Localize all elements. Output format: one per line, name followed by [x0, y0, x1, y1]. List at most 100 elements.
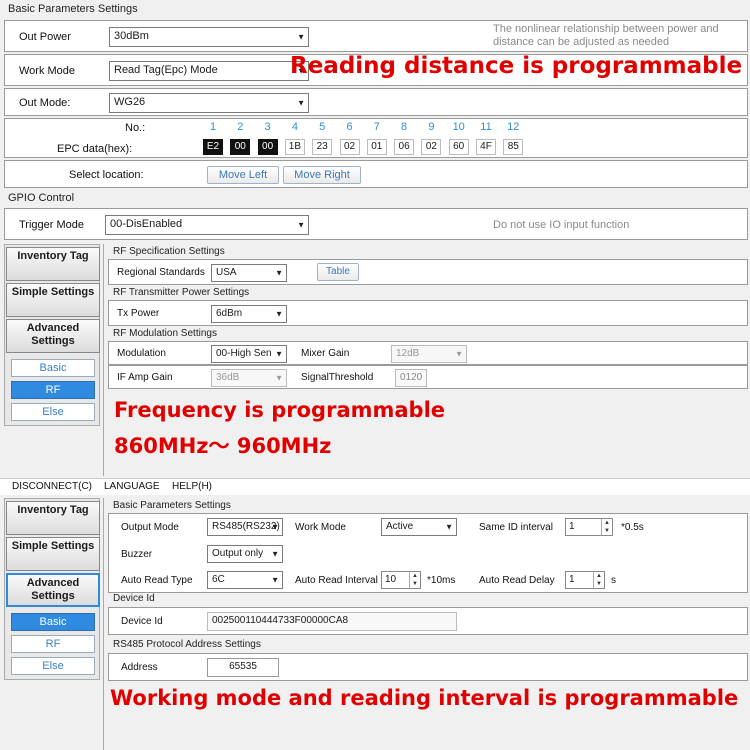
address-label: Address	[121, 662, 158, 673]
trigger-mode-select[interactable]: 00-DisEnabled ▼	[105, 215, 309, 235]
auto-read-interval-stepper[interactable]: 10 ▲ ▼	[381, 571, 421, 589]
chevron-down-icon: ▼	[297, 32, 305, 42]
same-id-label: Same ID interval	[479, 522, 553, 533]
epc-index-number: 8	[401, 121, 408, 133]
buzzer-select[interactable]: Output only ▼	[207, 545, 283, 563]
auto-read-interval-unit: *10ms	[427, 575, 456, 586]
stepper-arrows-icon[interactable]: ▲ ▼	[593, 572, 604, 588]
tab-rf[interactable]: RF	[11, 381, 95, 399]
epc-row: No.: EPC data(hex): 1 2 3 4 5 6 7 8 9 10 11 12 E2 00…	[4, 118, 748, 158]
menu-language[interactable]: LANGUAGE	[104, 481, 160, 492]
menu-bar: DISCONNECT(C) LANGUAGE HELP(H)	[0, 479, 750, 495]
work-mode-select-3[interactable]: Active ▼	[381, 518, 457, 536]
modulation-select[interactable]: 00-High Sen ▼	[211, 345, 287, 363]
epc-byte-cell[interactable]: 00	[257, 139, 278, 155]
epc-index-number: 2	[237, 121, 244, 133]
chevron-down-icon: ▼	[455, 349, 463, 359]
epc-index-number: 1	[209, 121, 217, 133]
regional-label: Regional Standards	[117, 267, 205, 278]
annotation-reading-distance: Reading distance is programmable	[290, 53, 743, 79]
tab-rf[interactable]: RF	[11, 635, 95, 653]
trigger-mode-row: Trigger Mode 00-DisEnabled ▼ Do not use I…	[4, 208, 748, 240]
tab-basic[interactable]: Basic	[11, 359, 95, 377]
tx-power-select[interactable]: 6dBm ▼	[211, 305, 287, 323]
tab-else[interactable]: Else	[11, 657, 95, 675]
chevron-down-icon: ▼	[275, 309, 283, 319]
if-amp-row: IF Amp Gain 36dB ▼ SignalThreshold 0120	[108, 365, 748, 389]
epc-index-number: 3	[264, 121, 271, 133]
group-title-basic: Basic Parameters Settings	[8, 3, 138, 15]
epc-byte-cell[interactable]: E2	[203, 139, 223, 155]
auto-read-interval-value: 10	[385, 574, 397, 585]
out-power-select[interactable]: 30dBm ▼	[109, 27, 309, 47]
epc-byte-cell[interactable]: 02	[339, 139, 360, 155]
work-mode-select[interactable]: Read Tag(Epc) Mode ▼	[109, 61, 309, 81]
device-id-label: Device Id	[121, 616, 163, 627]
if-amp-value: 36dB	[216, 372, 240, 383]
mixer-gain-select[interactable]: 12dB ▼	[391, 345, 467, 363]
trigger-mode-label: Trigger Mode	[19, 219, 85, 231]
if-amp-label: IF Amp Gain	[117, 372, 173, 383]
epc-index-number: 5	[319, 121, 326, 133]
regional-select[interactable]: USA ▼	[211, 264, 287, 282]
auto-read-delay-value: 1	[569, 574, 575, 585]
signal-threshold-field[interactable]: 0120	[395, 369, 427, 387]
auto-read-type-label: Auto Read Type	[121, 575, 193, 586]
output-mode-select[interactable]: RS485(RS232) ▼	[207, 518, 283, 536]
address-input[interactable]: 65535	[207, 658, 279, 677]
if-amp-select[interactable]: 36dB ▼	[211, 369, 287, 387]
advanced-settings-button[interactable]: Advanced Settings	[6, 573, 100, 607]
auto-read-type-select[interactable]: 6C ▼	[207, 571, 283, 589]
menu-disconnect[interactable]: DISCONNECT(C)	[12, 481, 92, 492]
regional-value: USA	[216, 267, 237, 278]
select-location-label: Select location:	[69, 169, 144, 181]
epc-byte-cell[interactable]: 06	[394, 139, 415, 155]
inventory-tag-button[interactable]: Inventory Tag	[6, 501, 100, 535]
epc-byte-cell[interactable]: 85	[503, 139, 524, 155]
chevron-down-icon: ▼	[271, 549, 279, 559]
chevron-down-icon: ▼	[275, 268, 283, 278]
same-id-unit: *0.5s	[621, 522, 644, 533]
work-mode-label: Work Mode	[19, 65, 76, 77]
tab-else[interactable]: Else	[11, 403, 95, 421]
stepper-arrows-icon[interactable]: ▲ ▼	[409, 572, 420, 588]
epc-byte-cell[interactable]: 02	[421, 139, 442, 155]
epc-byte-cell[interactable]: 4F	[476, 139, 496, 155]
same-id-stepper[interactable]: 1 ▲ ▼	[565, 518, 613, 536]
epc-byte-cell[interactable]: 00	[230, 139, 251, 155]
epc-byte-cell[interactable]: 01	[366, 139, 387, 155]
buzzer-value: Output only	[212, 548, 264, 559]
inventory-tag-button[interactable]: Inventory Tag	[6, 247, 100, 281]
move-left-button[interactable]: Move Left	[207, 166, 279, 184]
annotation-frequency-range: 860MHz～ 960MHz	[114, 434, 332, 458]
tx-title: RF Transmitter Power Settings	[113, 287, 250, 298]
epc-index-number: 9	[428, 121, 435, 133]
table-button[interactable]: Table	[317, 263, 359, 281]
chevron-down-icon: ▼	[275, 373, 283, 383]
epc-byte-cell[interactable]: 1B	[284, 139, 305, 155]
move-right-button[interactable]: Move Right	[283, 166, 361, 184]
rs485-title: RS485 Protocol Address Settings	[113, 639, 261, 650]
stepper-arrows-icon[interactable]: ▲ ▼	[601, 519, 612, 535]
tab-basic[interactable]: Basic	[11, 613, 95, 631]
epc-byte-cell[interactable]: 60	[448, 139, 469, 155]
divider	[103, 244, 104, 476]
advanced-settings-button[interactable]: Advanced Settings	[6, 319, 100, 353]
out-mode-select[interactable]: WG26 ▼	[109, 93, 309, 113]
address-row: Address 65535	[108, 653, 748, 681]
auto-read-delay-unit: s	[611, 575, 616, 586]
chevron-down-icon: ▼	[297, 220, 305, 230]
output-mode-label: Output Mode	[121, 522, 179, 533]
work-mode-label-3: Work Mode	[295, 522, 346, 533]
epc-data-label: EPC data(hex):	[57, 143, 133, 155]
menu-help[interactable]: HELP(H)	[172, 481, 212, 492]
simple-settings-button[interactable]: Simple Settings	[6, 283, 100, 317]
device-id-field[interactable]: 002500110444733F00000CA8	[207, 612, 457, 631]
epc-byte-cell[interactable]: 23	[312, 139, 333, 155]
auto-read-delay-stepper[interactable]: 1 ▲ ▼	[565, 571, 605, 589]
out-power-label: Out Power	[19, 31, 71, 43]
regional-row: Regional Standards USA ▼ Table	[108, 259, 748, 285]
chevron-down-icon: ▼	[297, 98, 305, 108]
auto-read-type-value: 6C	[212, 574, 225, 585]
simple-settings-button[interactable]: Simple Settings	[6, 537, 100, 571]
